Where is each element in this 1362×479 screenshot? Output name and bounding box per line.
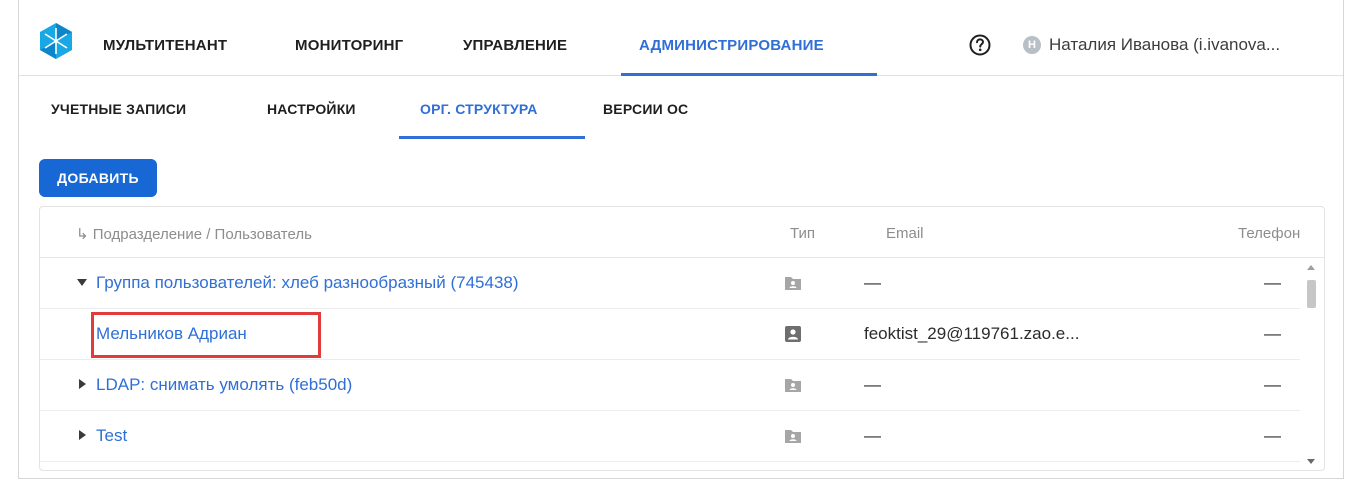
tab-os-versions[interactable]: ВЕРСИИ ОС bbox=[603, 101, 688, 117]
column-header-type[interactable]: Тип bbox=[790, 225, 815, 242]
scroll-up-arrow-icon[interactable] bbox=[1307, 265, 1315, 270]
row-email: feoktist_29@119761.zao.e... bbox=[864, 324, 1080, 343]
add-button[interactable]: ДОБАВИТЬ bbox=[39, 159, 157, 197]
row-phone: — bbox=[1264, 375, 1281, 394]
folder-user-icon bbox=[785, 379, 801, 392]
folder-user-icon bbox=[785, 277, 801, 290]
app-logo-icon[interactable] bbox=[39, 22, 73, 60]
nav-monitoring[interactable]: МОНИТОРИНГ bbox=[295, 37, 403, 54]
active-nav-indicator bbox=[621, 73, 877, 76]
tab-settings[interactable]: НАСТРОЙКИ bbox=[267, 101, 356, 117]
app-window: МУЛЬТИТЕНАНТ МОНИТОРИНГ УПРАВЛЕНИЕ АДМИН… bbox=[18, 0, 1344, 479]
nav-multitenant[interactable]: МУЛЬТИТЕНАНТ bbox=[103, 37, 227, 54]
row-name-link[interactable]: Группа пользователей: хлеб разнообразный… bbox=[96, 273, 519, 293]
folder-user-icon bbox=[785, 430, 801, 443]
nav-administration[interactable]: АДМИНИСТРИРОВАНИЕ bbox=[639, 37, 824, 54]
user-card-icon bbox=[785, 326, 801, 342]
table-row[interactable]: LDAP: снимать умолять (feb50d) — — bbox=[40, 360, 1300, 411]
tab-org-structure[interactable]: ОРГ. СТРУКТУРА bbox=[420, 101, 538, 117]
table-row[interactable]: Test — — bbox=[40, 411, 1300, 462]
row-email: — bbox=[864, 273, 881, 292]
user-menu-name[interactable]: Наталия Иванова (i.ivanova... bbox=[1049, 35, 1280, 55]
expand-caret-icon[interactable] bbox=[79, 379, 86, 389]
table-row[interactable]: Группа пользователей: хлеб разнообразный… bbox=[40, 258, 1300, 309]
tab-accounts[interactable]: УЧЕТНЫЕ ЗАПИСИ bbox=[51, 101, 186, 117]
row-phone: — bbox=[1264, 324, 1281, 343]
row-email: — bbox=[864, 375, 881, 394]
table-header: ↳ Подразделение / Пользователь Тип Email… bbox=[40, 207, 1324, 258]
highlight-annotation-box bbox=[91, 312, 321, 358]
nav-management[interactable]: УПРАВЛЕНИЕ bbox=[463, 37, 567, 54]
help-circle-icon[interactable] bbox=[969, 34, 991, 56]
scroll-down-arrow-icon[interactable] bbox=[1307, 459, 1315, 464]
column-header-email[interactable]: Email bbox=[886, 225, 924, 242]
row-name-link[interactable]: LDAP: снимать умолять (feb50d) bbox=[96, 375, 352, 395]
user-avatar[interactable]: Н bbox=[1023, 36, 1041, 54]
column-header-name[interactable]: ↳ Подразделение / Пользователь bbox=[76, 225, 312, 243]
table-scrollbar[interactable] bbox=[1301, 258, 1323, 470]
scroll-thumb[interactable] bbox=[1307, 280, 1316, 308]
row-phone: — bbox=[1264, 426, 1281, 445]
top-navigation-bar: МУЛЬТИТЕНАНТ МОНИТОРИНГ УПРАВЛЕНИЕ АДМИН… bbox=[19, 0, 1343, 76]
active-tab-indicator bbox=[399, 136, 585, 139]
row-email: — bbox=[864, 426, 881, 445]
row-name-link[interactable]: Test bbox=[96, 426, 127, 446]
expand-caret-icon[interactable] bbox=[79, 430, 86, 440]
column-header-phone[interactable]: Телефон bbox=[1238, 225, 1300, 242]
expand-caret-icon[interactable] bbox=[77, 279, 87, 286]
row-phone: — bbox=[1264, 273, 1281, 292]
